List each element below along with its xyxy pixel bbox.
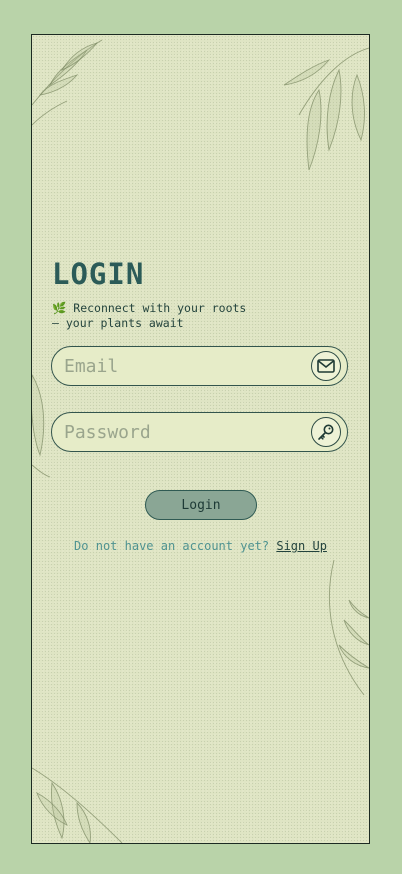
password-field[interactable] xyxy=(51,412,348,452)
key-icon[interactable] xyxy=(311,417,341,447)
password-input[interactable] xyxy=(64,413,294,451)
mail-icon[interactable] xyxy=(311,351,341,381)
login-button[interactable]: Login xyxy=(145,490,257,520)
login-subtitle: 🌿 Reconnect with your roots — your plant… xyxy=(52,301,272,331)
subtitle-line-1: Reconnect with your roots xyxy=(73,301,247,315)
email-field[interactable] xyxy=(51,346,348,386)
leaves-top-right-decoration xyxy=(283,47,369,171)
login-title: LOGIN xyxy=(52,257,145,291)
signup-link[interactable]: Sign Up xyxy=(276,539,327,553)
login-screen: LOGIN 🌿 Reconnect with your roots — your… xyxy=(31,34,370,844)
leaves-top-left-decoration xyxy=(32,39,103,126)
leaves-bottom-left-decoration xyxy=(32,767,123,843)
signup-prompt-text: Do not have an account yet? xyxy=(74,539,270,553)
leaves-right-middle-decoration xyxy=(329,560,369,696)
sprout-icon: 🌿 xyxy=(52,301,67,315)
email-input[interactable] xyxy=(64,347,294,385)
subtitle-line-2: — your plants await xyxy=(52,316,184,330)
signup-prompt: Do not have an account yet? Sign Up xyxy=(32,539,369,553)
